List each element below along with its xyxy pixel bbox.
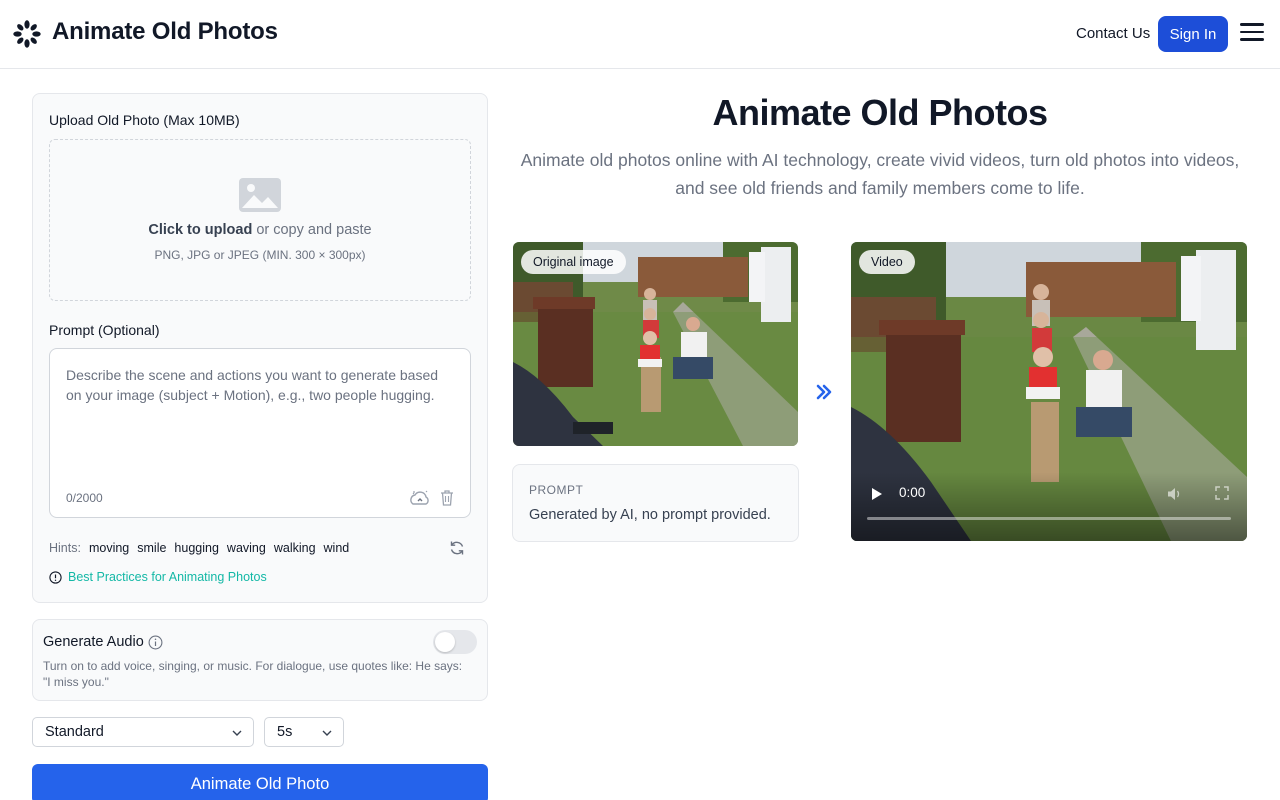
trash-icon[interactable]: [440, 490, 454, 506]
copy-paste-text: or copy and paste: [252, 222, 372, 238]
quality-select[interactable]: Standard: [32, 717, 254, 747]
best-practices-link[interactable]: Best Practices for Animating Photos: [68, 570, 267, 584]
prompt-text: Generated by AI, no prompt provided.: [529, 507, 771, 523]
top-header: Animate Old Photos Contact Us Sign In: [0, 0, 1280, 69]
chevron-down-icon: [232, 730, 242, 736]
hint-chip[interactable]: walking: [274, 541, 316, 555]
animate-old-photo-button[interactable]: Animate Old Photo: [32, 764, 488, 800]
fullscreen-icon[interactable]: [1215, 486, 1229, 500]
best-practices-row: Best Practices for Animating Photos: [49, 570, 267, 584]
contact-us-link[interactable]: Contact Us: [1076, 25, 1150, 42]
prompt-heading: PROMPT: [529, 483, 584, 497]
upload-instructions: Click to upload or copy and paste: [50, 222, 470, 238]
generate-audio-heading: Generate Audio: [43, 634, 163, 650]
prompt-placeholder: Describe the scene and actions you want …: [66, 367, 439, 403]
duration-select-value: 5s: [277, 724, 293, 740]
video-progress-bar[interactable]: [867, 517, 1231, 520]
file-types-text: PNG, JPG or JPEG (MIN. 300 × 300px): [154, 248, 366, 262]
image-placeholder-icon: [239, 178, 281, 212]
upload-label: Upload Old Photo (Max 10MB): [49, 112, 240, 128]
sign-in-button[interactable]: Sign In: [1158, 16, 1228, 52]
toggle-knob: [435, 632, 455, 652]
video-controls: 0:00: [851, 472, 1247, 541]
brand-name[interactable]: Animate Old Photos: [52, 18, 278, 46]
info-icon: [49, 570, 62, 584]
double-chevron-right-icon: [816, 384, 832, 400]
chevron-down-icon: [322, 730, 332, 736]
generate-audio-label: Generate Audio: [43, 634, 144, 650]
click-to-upload-text[interactable]: Click to upload: [148, 222, 252, 238]
generate-audio-toggle[interactable]: [433, 630, 477, 654]
volume-icon[interactable]: [1167, 486, 1183, 502]
hint-chip[interactable]: waving: [227, 541, 266, 555]
generate-audio-description: Turn on to add voice, singing, or music.…: [43, 659, 463, 689]
hint-chip[interactable]: wind: [324, 541, 350, 555]
play-icon[interactable]: [871, 487, 883, 501]
prompt-textarea[interactable]: Describe the scene and actions you want …: [49, 348, 471, 518]
page-subtitle: Animate old photos online with AI techno…: [520, 150, 1240, 198]
hamburger-menu-icon[interactable]: [1240, 23, 1264, 45]
prompt-label: Prompt (Optional): [49, 322, 160, 338]
video-badge: Video: [859, 250, 915, 274]
generate-audio-panel: Generate Audio Turn on to add voice, sin…: [32, 619, 488, 701]
hint-chip[interactable]: moving: [89, 541, 129, 555]
character-counter: 0/2000: [66, 491, 103, 505]
page-title: Animate Old Photos: [712, 92, 1048, 133]
duration-select[interactable]: 5s: [264, 717, 344, 747]
example-video-player[interactable]: Video 0:00: [851, 242, 1247, 541]
hints-label: Hints:: [49, 541, 81, 555]
upload-dropzone[interactable]: Click to upload or copy and paste PNG, J…: [49, 139, 471, 301]
info-icon[interactable]: [148, 635, 163, 650]
refresh-hints-icon[interactable]: [449, 540, 465, 556]
original-image-badge: Original image: [521, 250, 626, 274]
example-prompt-card: PROMPT Generated by AI, no prompt provid…: [512, 464, 799, 542]
hint-chip[interactable]: hugging: [174, 541, 219, 555]
quality-select-value: Standard: [45, 724, 104, 740]
upload-panel: Upload Old Photo (Max 10MB) Click to upl…: [32, 93, 488, 603]
video-time: 0:00: [899, 485, 926, 500]
magic-enhance-icon[interactable]: [410, 489, 430, 507]
hint-chip[interactable]: smile: [137, 541, 166, 555]
hints-row: Hints: moving smile hugging waving walki…: [49, 541, 349, 555]
logo-icon[interactable]: [12, 19, 42, 49]
original-image: Original image: [513, 242, 798, 446]
